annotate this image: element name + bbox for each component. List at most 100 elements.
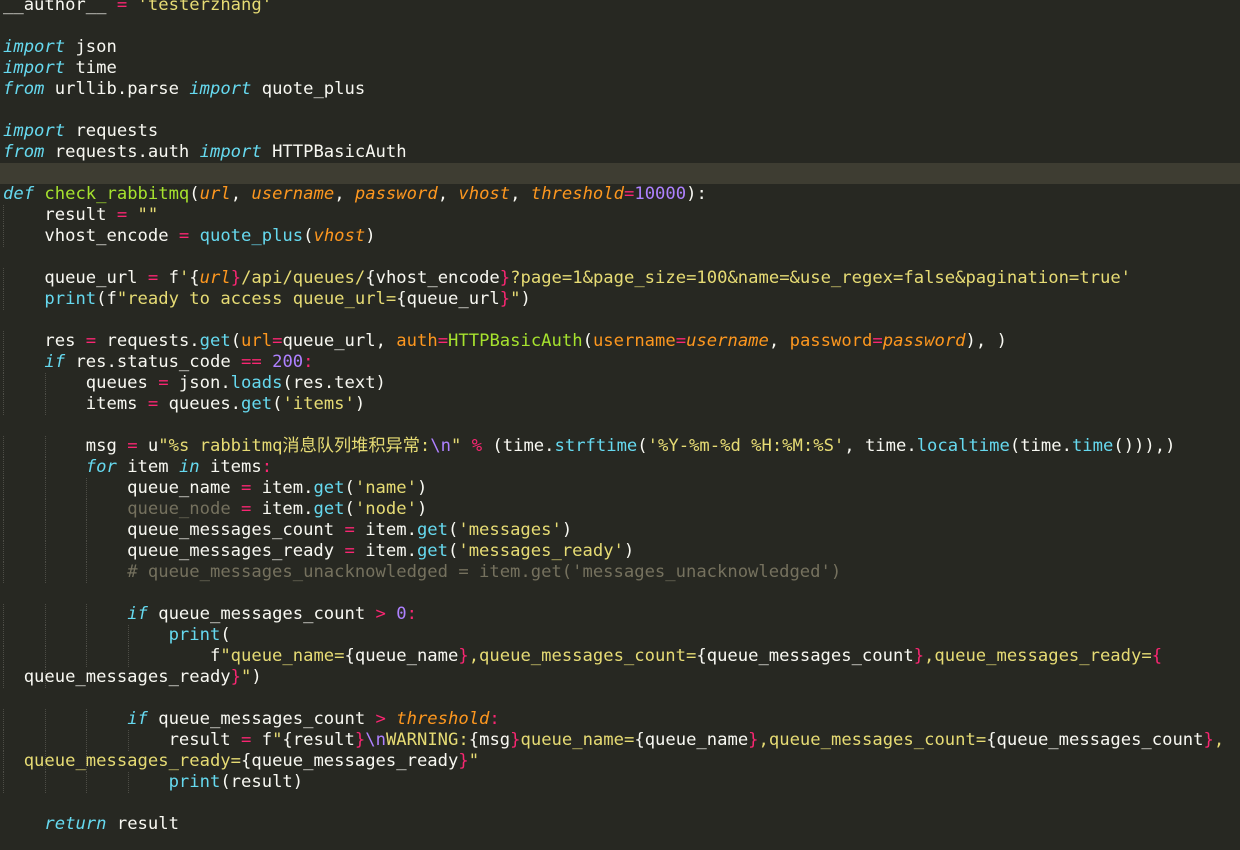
code-token: json <box>65 37 117 57</box>
code-line[interactable] <box>0 415 1240 436</box>
code-line[interactable]: queue_name = item.get('name') <box>0 478 1240 499</box>
code-token: import <box>3 37 66 57</box>
code-line-text: queue_url = f'{url}/api/queues/{vhost_en… <box>0 268 1131 288</box>
code-token: { <box>365 268 376 288</box>
code-token: ())),) <box>1113 436 1176 456</box>
code-line[interactable]: f"queue_name={queue_name},queue_messages… <box>0 646 1240 667</box>
code-token: if <box>127 709 148 729</box>
code-line-text: queue_messages_count = item.get('message… <box>0 520 572 540</box>
code-line[interactable]: result = f"{result}\nWARNING:{msg}queue_… <box>0 730 1240 751</box>
code-token: " <box>241 667 252 687</box>
code-token: ) <box>251 667 262 687</box>
code-token: item. <box>354 520 417 540</box>
code-line[interactable]: queue_messages_count = item.get('message… <box>0 520 1240 541</box>
code-token: import <box>3 58 66 78</box>
code-line[interactable]: return result <box>0 814 1240 835</box>
code-token: , <box>437 184 459 204</box>
code-line[interactable]: queues = json.loads(res.text) <box>0 373 1240 394</box>
code-token: ) <box>520 289 531 309</box>
code-line[interactable]: if res.status_code == 200: <box>0 352 1240 373</box>
code-line[interactable]: queue_node = item.get('node') <box>0 499 1240 520</box>
code-line[interactable]: if queue_messages_count > threshold: <box>0 709 1240 730</box>
code-line[interactable]: result = "" <box>0 205 1240 226</box>
code-line[interactable] <box>0 793 1240 814</box>
code-token: (time. <box>482 436 555 456</box>
code-line[interactable]: items = queues.get('items') <box>0 394 1240 415</box>
code-line[interactable]: queue_messages_ready = item.get('message… <box>0 541 1240 562</box>
code-line[interactable]: queue_url = f'{url}/api/queues/{vhost_en… <box>0 268 1240 289</box>
code-token: "ready to access queue_url= <box>116 289 397 309</box>
code-line[interactable] <box>0 100 1240 121</box>
code-token: item. <box>251 499 314 519</box>
code-line[interactable] <box>0 163 1240 184</box>
code-token: queue_url <box>406 289 500 309</box>
code-token: import <box>189 79 252 99</box>
code-line-text: print(f"ready to access queue_url={queue… <box>0 289 531 309</box>
code-line[interactable]: msg = u"%s rabbitmq消息队列堆积异常:\n" % (time.… <box>0 436 1240 457</box>
code-line[interactable] <box>0 583 1240 604</box>
code-token: ( <box>220 625 231 645</box>
code-token: check_rabbitmq <box>44 184 190 204</box>
code-token: = <box>116 0 128 15</box>
code-line[interactable]: from urllib.parse import quote_plus <box>0 79 1240 100</box>
code-line-text: msg = u"%s rabbitmq消息队列堆积异常:\n" % (time.… <box>0 436 1176 456</box>
code-line[interactable]: vhost_encode = quote_plus(vhost) <box>0 226 1240 247</box>
code-token: ( <box>637 436 648 456</box>
code-token: ( <box>447 520 459 540</box>
code-token: ) <box>623 541 635 561</box>
code-line[interactable]: print(result) <box>0 772 1240 793</box>
code-line[interactable] <box>0 310 1240 331</box>
code-line[interactable]: queue_messages_ready}") <box>0 667 1240 688</box>
code-token: result <box>292 730 355 750</box>
code-token: WARNING: <box>385 730 469 750</box>
code-token: queue_url <box>3 268 148 288</box>
code-line[interactable]: queue_messages_ready={queue_messages_rea… <box>0 751 1240 772</box>
code-token: } <box>458 751 469 771</box>
code-token: get <box>416 520 448 540</box>
code-line[interactable]: import json <box>0 37 1240 58</box>
code-line-text: queue_messages_ready}") <box>0 667 262 687</box>
code-line[interactable] <box>0 688 1240 709</box>
code-line[interactable]: print(f"ready to access queue_url={queue… <box>0 289 1240 310</box>
code-token: , <box>334 184 355 204</box>
code-editor[interactable]: __author__ = 'testerzhang' import json imp… <box>0 0 1240 850</box>
code-line[interactable]: import time <box>0 58 1240 79</box>
code-token: queue_name <box>3 478 241 498</box>
code-token: ) <box>354 394 366 414</box>
code-line[interactable] <box>0 16 1240 37</box>
code-token: if <box>44 352 66 372</box>
code-token: queue_name <box>644 730 749 750</box>
code-token: queue_messages_count <box>147 709 376 729</box>
code-line-text: return result <box>0 814 179 834</box>
code-line[interactable] <box>0 247 1240 268</box>
code-token: result <box>106 814 179 834</box>
code-token: > <box>375 604 386 624</box>
code-token: from <box>3 142 45 162</box>
code-token: ( <box>344 478 355 498</box>
code-token: { <box>189 268 200 288</box>
code-line[interactable]: __author__ = 'testerzhang' <box>0 0 1240 16</box>
code-token: queue_messages_ready= <box>23 751 242 771</box>
code-token: loads <box>230 373 283 393</box>
code-token: = <box>241 478 252 498</box>
code-token: url <box>241 331 273 351</box>
code-token: items <box>3 394 148 414</box>
code-line-text: if queue_messages_count > 0: <box>0 604 417 624</box>
code-line-text: import requests <box>0 121 158 141</box>
code-line-text: queue_node = item.get('node') <box>0 499 427 519</box>
code-line[interactable]: def check_rabbitmq(url, username, passwo… <box>0 184 1240 205</box>
code-line[interactable]: for item in items: <box>0 457 1240 478</box>
code-line[interactable]: from requests.auth import HTTPBasicAuth <box>0 142 1240 163</box>
code-line[interactable]: if queue_messages_count > 0: <box>0 604 1240 625</box>
code-line[interactable]: print( <box>0 625 1240 646</box>
code-line[interactable]: import requests <box>0 121 1240 142</box>
code-token: = <box>127 436 138 456</box>
code-token: = <box>158 373 169 393</box>
code-line-text: # queue_messages_unacknowledged = item.g… <box>0 562 841 582</box>
code-line[interactable]: res = requests.get(url=queue_url, auth=H… <box>0 331 1240 352</box>
code-token: { <box>241 751 252 771</box>
code-line[interactable]: # queue_messages_unacknowledged = item.g… <box>0 562 1240 583</box>
